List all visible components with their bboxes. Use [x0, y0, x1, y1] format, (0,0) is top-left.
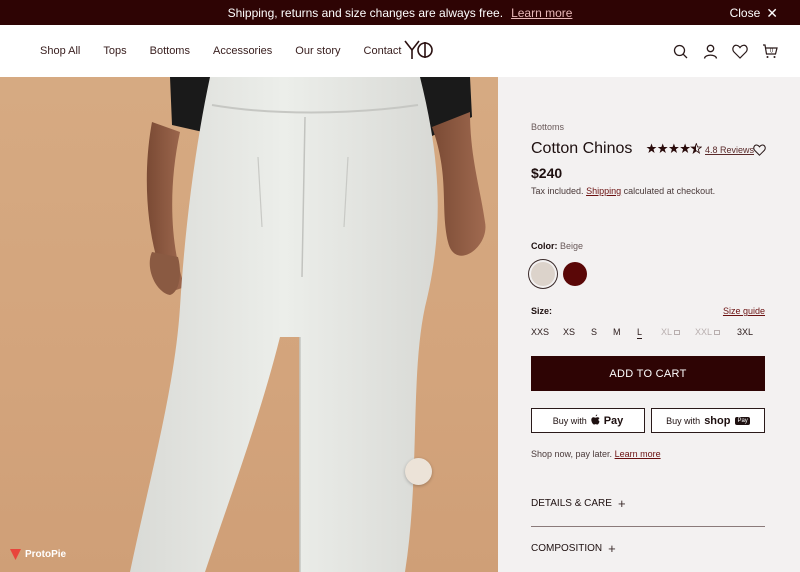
close-icon: ✕ [766, 4, 778, 21]
shipping-link[interactable]: Shipping [586, 186, 621, 196]
brand-logo-icon[interactable] [404, 39, 434, 61]
size-options: XXS XS S M L XL XXL 3XL [531, 327, 761, 341]
shop-pay-prefix: Buy with [666, 415, 701, 426]
color-swatch-beige[interactable] [531, 262, 555, 286]
plus-icon: + [608, 541, 616, 556]
cart-icon[interactable]: 0 [762, 43, 778, 59]
size-option-xxs[interactable]: XXS [531, 327, 549, 337]
size-option-3xl[interactable]: 3XL [737, 327, 753, 337]
accordion-divider [531, 526, 765, 527]
nav-our-story[interactable]: Our story [295, 45, 340, 57]
color-swatch-burgundy[interactable] [563, 262, 587, 286]
protopie-watermark: ProtoPie [10, 549, 66, 560]
protopie-label: ProtoPie [25, 549, 67, 560]
rating-stars [646, 143, 702, 154]
details-care-label: DETAILS & CARE [531, 498, 612, 509]
image-hotspot[interactable] [405, 458, 432, 485]
search-icon[interactable] [672, 43, 688, 59]
header-nav: Shop All Tops Bottoms Accessories Our st… [0, 25, 800, 77]
size-option-l[interactable]: L [637, 327, 643, 339]
header-icons: 0 [672, 25, 778, 77]
nav-tops[interactable]: Tops [103, 45, 126, 57]
color-value: Beige [560, 241, 584, 251]
notify-mail-icon [674, 329, 681, 335]
tax-prefix: Tax included. [531, 186, 584, 196]
product-info-panel: Bottoms Cotton Chinos 4.8 Reviews $240 T… [498, 77, 800, 572]
announcement-close-button[interactable]: Close ✕ [730, 0, 778, 25]
apple-pay-label: Pay [603, 414, 624, 427]
product-photo-art [130, 77, 486, 572]
stars-icon [646, 143, 702, 154]
nav-bottoms[interactable]: Bottoms [150, 45, 190, 57]
announcement-learn-more-link[interactable]: Learn more [511, 6, 572, 20]
add-to-cart-button[interactable]: ADD TO CART [531, 356, 765, 391]
pay-later-note: Shop now, pay later. Learn more [531, 449, 661, 459]
announcement-bar: Shipping, returns and size changes are a… [0, 0, 800, 25]
size-option-xs[interactable]: XS [563, 327, 575, 337]
product-category[interactable]: Bottoms [531, 122, 564, 132]
tax-suffix: calculated at checkout. [623, 186, 716, 196]
size-option-xxl[interactable]: XXL [695, 327, 721, 337]
pay-later-learn-more-link[interactable]: Learn more [615, 449, 661, 459]
main-nav-links: Shop All Tops Bottoms Accessories Our st… [40, 25, 401, 77]
plus-icon: + [617, 496, 626, 511]
composition-accordion[interactable]: COMPOSITION + [531, 542, 765, 555]
notify-mail-icon [714, 329, 721, 335]
shop-pay-tag: Pay [735, 416, 750, 425]
heart-icon[interactable] [732, 43, 748, 59]
size-option-xl[interactable]: XL [661, 327, 681, 337]
announcement-text: Shipping, returns and size changes are a… [227, 5, 504, 20]
nav-contact[interactable]: Contact [364, 45, 402, 57]
size-guide-link[interactable]: Size guide [723, 306, 765, 316]
size-xxl-label: XXL [695, 327, 713, 337]
size-option-m[interactable]: M [613, 327, 621, 337]
product-title: Cotton Chinos [531, 140, 633, 157]
color-label-title: Color: [531, 241, 558, 251]
pay-later-text: Shop now, pay later. [531, 449, 613, 459]
reviews-link[interactable]: 4.8 Reviews [705, 145, 754, 155]
product-price: $240 [531, 165, 563, 181]
apple-logo-icon [591, 414, 600, 427]
size-xl-label: XL [661, 327, 673, 337]
size-option-s[interactable]: S [591, 327, 597, 337]
wishlist-heart-icon[interactable] [753, 143, 766, 161]
shop-pay-button[interactable]: Buy with shop Pay [651, 408, 765, 433]
protopie-logo-icon [10, 549, 21, 560]
composition-label: COMPOSITION [531, 543, 603, 554]
nav-accessories[interactable]: Accessories [213, 45, 272, 57]
account-icon[interactable] [702, 43, 718, 59]
nav-shop-all[interactable]: Shop All [40, 45, 80, 57]
details-care-accordion[interactable]: DETAILS & CARE + [531, 497, 765, 510]
tax-note: Tax included. Shipping calculated at che… [531, 186, 715, 196]
apple-pay-prefix: Buy with [552, 415, 587, 426]
product-image[interactable]: ProtoPie [0, 77, 498, 572]
shop-pay-logo: shop [704, 414, 731, 427]
close-label: Close [729, 5, 761, 20]
size-label: Size: [531, 306, 553, 316]
apple-pay-button[interactable]: Buy with Pay [531, 408, 645, 433]
color-label: Color: Beige [531, 241, 583, 251]
